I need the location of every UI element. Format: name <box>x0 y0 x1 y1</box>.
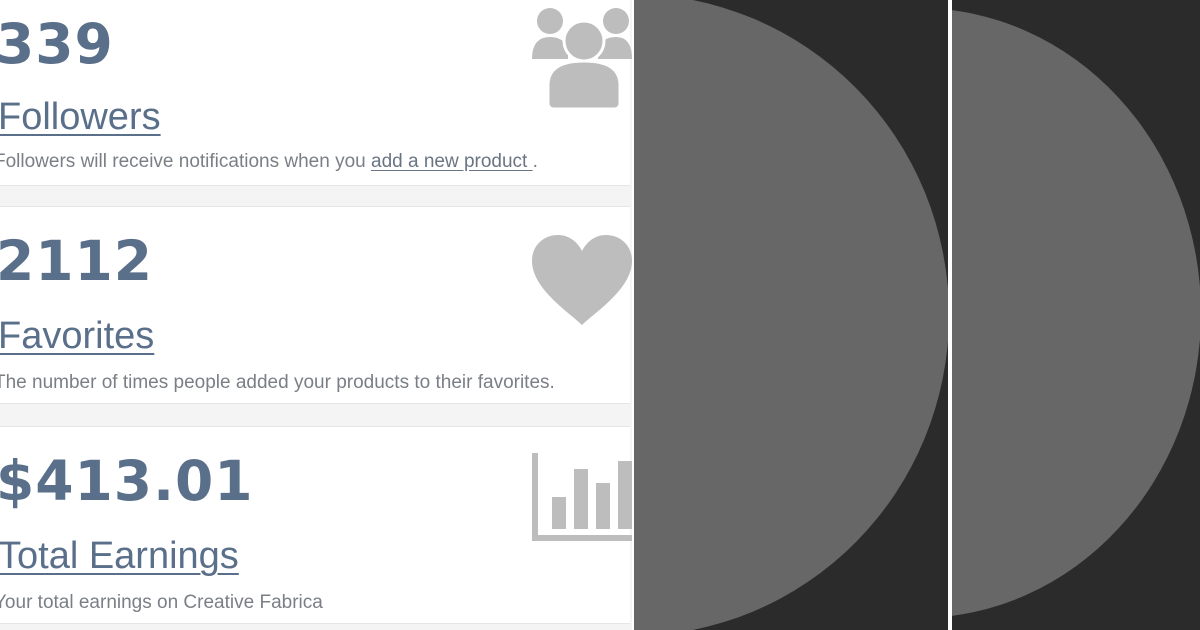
screenshot-stage: 339 Followers Followers will receive not… <box>0 0 1200 630</box>
followers-card: 339 Followers Followers will receive not… <box>0 0 632 186</box>
favorites-description: The number of times people added your pr… <box>0 372 555 393</box>
followers-count: 339 <box>0 12 114 76</box>
bar-chart-icon <box>530 451 632 543</box>
earnings-description: Your total earnings on Creative Fabrica <box>0 592 323 613</box>
dark-half-circle-panel <box>952 0 1200 630</box>
add-product-link[interactable]: add a new product <box>371 151 533 172</box>
gray-half-circle <box>952 8 1200 618</box>
heart-icon <box>530 233 632 329</box>
gray-half-circle <box>634 0 948 630</box>
earnings-amount: $413.01 <box>0 449 254 513</box>
earnings-card: $413.01 Total Earnings Your total earnin… <box>0 426 632 624</box>
followers-link[interactable]: Followers <box>0 98 161 136</box>
dark-half-circle-panel <box>634 0 948 630</box>
favorites-link[interactable]: Favorites <box>0 317 154 355</box>
favorites-count: 2112 <box>0 229 154 293</box>
followers-description-text: Followers will receive notifications whe… <box>0 151 371 172</box>
followers-description: Followers will receive notifications whe… <box>0 152 538 171</box>
stats-panel: 339 Followers Followers will receive not… <box>0 0 632 630</box>
followers-description-end: . <box>532 151 538 172</box>
favorites-card: 2112 Favorites The number of times peopl… <box>0 206 632 404</box>
followers-group-icon <box>528 5 632 111</box>
earnings-link[interactable]: Total Earnings <box>0 537 239 575</box>
